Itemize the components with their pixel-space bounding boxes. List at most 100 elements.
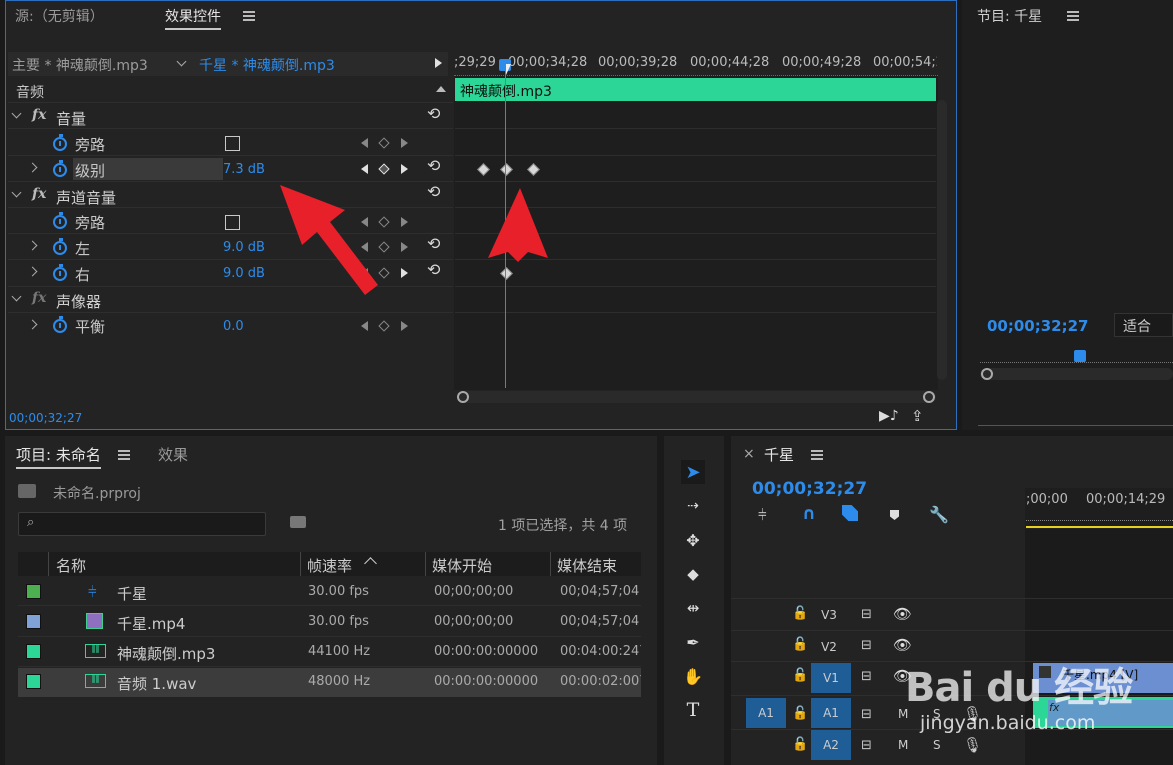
track-select-tool-icon[interactable]: ⇢ — [681, 494, 705, 518]
track-lock-icon[interactable]: 🔓 — [792, 737, 808, 752]
fx-icon[interactable]: fx — [32, 107, 46, 123]
tab-effects[interactable]: 效果 — [158, 444, 188, 465]
solo-button[interactable]: S — [933, 738, 941, 752]
scroll-handle-right[interactable] — [923, 391, 935, 403]
scroll-handle-left[interactable] — [981, 368, 993, 380]
level-value[interactable]: 7.3 dB — [223, 162, 265, 177]
effect-channel-volume-title: 声道音量 — [56, 189, 117, 207]
reset-icon[interactable]: ⟲ — [427, 158, 440, 174]
stopwatch-icon[interactable] — [53, 212, 67, 229]
zoom-value[interactable]: 适合 — [1123, 316, 1151, 336]
bypass-checkbox[interactable] — [225, 215, 240, 230]
annotation-arrows — [280, 185, 548, 295]
stopwatch-icon[interactable] — [53, 160, 67, 177]
item-name: 千星 — [117, 585, 148, 603]
column-header-name[interactable]: 名称 — [56, 555, 86, 576]
search-icon: ⌕ — [27, 515, 35, 530]
horizontal-scrollbar[interactable] — [458, 391, 936, 403]
timeline-timecode[interactable]: 00;00;32;27 — [752, 479, 867, 499]
left-value[interactable]: 9.0 dB — [223, 240, 265, 255]
track-lock-icon[interactable]: 🔓 — [792, 606, 808, 621]
selection-tool-icon[interactable]: ➤ — [681, 460, 705, 484]
scroll-handle-left[interactable] — [457, 391, 469, 403]
sync-lock-icon[interactable]: ⊟ — [861, 707, 872, 722]
new-bin-search-icon[interactable] — [290, 516, 306, 528]
track-label-v2[interactable]: V2 — [809, 631, 849, 663]
label-color-swatch[interactable] — [26, 614, 41, 629]
track-label-v3[interactable]: V3 — [809, 599, 849, 631]
prev-keyframe-icon[interactable] — [361, 164, 368, 174]
label-color-swatch[interactable] — [26, 584, 41, 599]
tab-effect-controls[interactable]: 效果控件 — [165, 6, 221, 30]
next-keyframe-icon[interactable] — [401, 164, 408, 174]
panel-menu-icon[interactable] — [118, 450, 130, 460]
panel-menu-icon[interactable] — [811, 450, 823, 460]
tab-project[interactable]: 项目: 未命名 — [16, 444, 101, 469]
track-lock-icon[interactable]: 🔓 — [792, 668, 808, 683]
item-start: 00;00;00;00 — [434, 584, 514, 599]
program-scrollbar[interactable] — [980, 368, 1173, 380]
sync-lock-icon[interactable]: ⊟ — [861, 638, 872, 653]
stopwatch-icon[interactable] — [53, 238, 67, 255]
slip-tool-icon[interactable]: ⇹ — [681, 596, 705, 620]
bypass-checkbox[interactable] — [225, 136, 240, 151]
sync-lock-icon[interactable]: ⊟ — [861, 738, 872, 753]
item-end: 00:00:02:007 — [560, 674, 641, 689]
wrench-icon[interactable]: 🔧 — [929, 505, 949, 524]
track-label-a1[interactable]: A1 — [811, 698, 851, 728]
prev-keyframe-icon[interactable] — [361, 321, 368, 331]
master-clip-label[interactable]: 主要 * 神魂颠倒.mp3 — [12, 55, 148, 75]
next-keyframe-icon[interactable] — [401, 321, 408, 331]
stopwatch-icon[interactable] — [53, 316, 67, 333]
sync-lock-icon[interactable]: ⊟ — [861, 607, 872, 622]
program-timecode[interactable]: 00;00;32;27 — [987, 317, 1089, 335]
timeline-title[interactable]: 千星 — [764, 444, 794, 465]
snap-magnet-icon[interactable]: ∩ — [802, 504, 816, 524]
track-lock-icon[interactable]: 🔓 — [792, 637, 808, 652]
vertical-scrollbar[interactable] — [937, 100, 947, 380]
folder-up-icon[interactable] — [18, 484, 36, 498]
fx-icon[interactable]: fx — [32, 186, 46, 202]
track-lock-icon[interactable]: 🔓 — [792, 706, 808, 721]
work-area-bar[interactable] — [1026, 526, 1173, 528]
close-tab-icon[interactable]: × — [743, 446, 755, 462]
panel-menu-icon[interactable] — [1067, 11, 1079, 21]
tab-source[interactable]: 源:（无剪辑） — [15, 6, 104, 26]
razor-tool-icon[interactable]: ◆ — [681, 562, 705, 586]
stopwatch-icon[interactable] — [53, 264, 67, 281]
eye-icon[interactable]: 👁 — [893, 636, 912, 654]
balance-value[interactable]: 0.0 — [223, 319, 244, 334]
reset-icon[interactable]: ⟲ — [427, 106, 440, 122]
sync-lock-icon[interactable]: ⊟ — [861, 669, 872, 684]
column-header-rate[interactable]: 帧速率 — [307, 555, 352, 576]
hand-tool-icon[interactable]: ✋ — [681, 664, 705, 688]
nest-toggle-icon[interactable]: ⫩ — [758, 506, 767, 524]
search-input[interactable] — [18, 512, 266, 536]
type-tool-icon[interactable]: T — [681, 698, 705, 722]
clip-label[interactable]: 千星 * 神魂颠倒.mp3 — [199, 55, 335, 75]
prev-keyframe-icon[interactable] — [361, 138, 368, 148]
mute-button[interactable]: M — [898, 738, 908, 752]
fx-icon[interactable]: fx — [32, 290, 46, 306]
column-header-media-start[interactable]: 媒体开始 — [432, 555, 492, 576]
program-playhead[interactable] — [1074, 350, 1086, 362]
panel-menu-icon[interactable] — [243, 11, 255, 21]
effect-panel-timecode[interactable]: 00;00;32;27 — [9, 411, 82, 425]
next-keyframe-icon[interactable] — [401, 138, 408, 148]
play-audio-icon[interactable]: ▶♪ — [879, 408, 899, 424]
pen-tool-icon[interactable]: ✒ — [681, 630, 705, 654]
stopwatch-icon[interactable] — [53, 134, 67, 151]
track-label-v1[interactable]: V1 — [811, 663, 851, 693]
track-label-a2[interactable]: A2 — [811, 730, 851, 760]
column-header-media-end[interactable]: 媒体结束 — [557, 555, 617, 576]
eye-icon[interactable]: 👁 — [893, 605, 912, 623]
source-patch-a1[interactable]: A1 — [746, 698, 786, 728]
ripple-edit-tool-icon[interactable]: ✥ — [681, 528, 705, 552]
label-color-swatch[interactable] — [26, 674, 41, 689]
export-icon[interactable]: ⇪ — [911, 407, 924, 425]
collapse-icon[interactable] — [436, 86, 446, 92]
right-value[interactable]: 9.0 dB — [223, 266, 265, 281]
play-only-icon[interactable] — [435, 58, 442, 68]
voiceover-mic-icon[interactable]: 🎙 — [963, 736, 982, 754]
label-color-swatch[interactable] — [26, 644, 41, 659]
